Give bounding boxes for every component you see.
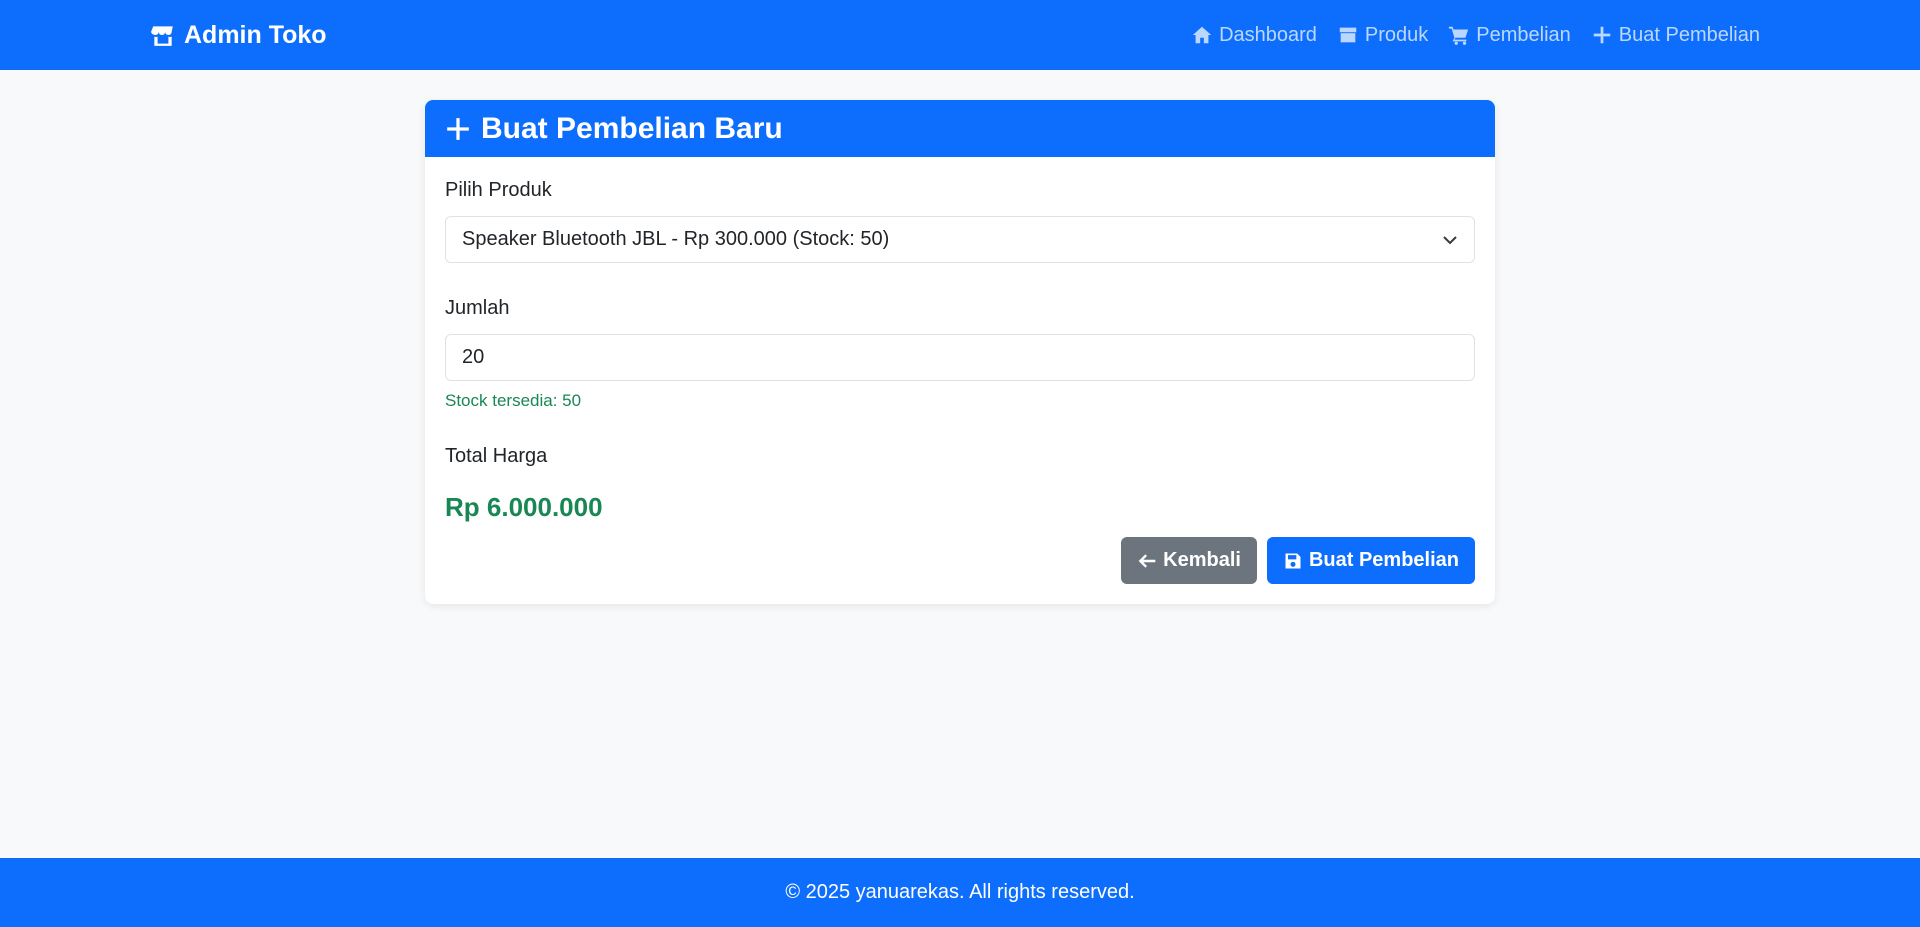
total-price: Rp 6.000.000 — [445, 492, 603, 522]
brand-link[interactable]: Admin Toko — [150, 0, 327, 70]
plus-icon — [447, 117, 469, 140]
product-group: Pilih Produk Speaker Bluetooth JBL - Rp … — [445, 179, 1475, 263]
total-label: Total Harga — [445, 445, 548, 467]
purchase-form-card: Buat Pembelian Baru Pilih Produk Speaker… — [425, 100, 1495, 604]
card-title: Buat Pembelian Baru — [481, 111, 783, 145]
quantity-input[interactable]: 20 — [445, 334, 1475, 381]
nav-links: Dashboard Produk Pembelian Buat Pembelia… — [1191, 0, 1760, 70]
stock-hint: Stock tersedia: 50 — [445, 391, 582, 410]
card-header: Buat Pembelian Baru — [425, 100, 1495, 157]
nav-pembelian[interactable]: Pembelian — [1448, 24, 1571, 47]
footer: © 2025 yanuarekas. All rights reserved. — [0, 858, 1920, 927]
card-body: Pilih Produk Speaker Bluetooth JBL - Rp … — [425, 157, 1495, 523]
top-navbar: Admin Toko Dashboard Produk Pembelian Bu… — [0, 0, 1920, 70]
total-group: Total Harga Rp 6.000.000 — [445, 445, 1475, 523]
quantity-value: 20 — [462, 346, 485, 368]
nav-produk[interactable]: Produk — [1337, 24, 1428, 47]
plus-icon — [1593, 26, 1611, 44]
product-select[interactable]: Speaker Bluetooth JBL - Rp 300.000 (Stoc… — [445, 216, 1475, 263]
nav-dashboard[interactable]: Dashboard — [1191, 24, 1317, 47]
quantity-label: Jumlah — [445, 297, 510, 319]
product-select-value: Speaker Bluetooth JBL - Rp 300.000 (Stoc… — [462, 228, 890, 250]
nav-buat-pembelian[interactable]: Buat Pembelian — [1591, 24, 1760, 47]
cart-icon — [1449, 26, 1469, 45]
back-button[interactable]: Kembali — [1121, 537, 1257, 584]
footer-text: © 2025 yanuarekas. All rights reserved. — [785, 881, 1135, 903]
quantity-group: Jumlah 20 Stock tersedia: 50 — [445, 297, 1475, 411]
nav-pembelian-label: Pembelian — [1476, 23, 1571, 46]
product-label: Pilih Produk — [445, 179, 552, 201]
chevron-down-icon — [1443, 235, 1457, 244]
store-icon — [151, 26, 173, 46]
box-icon — [1339, 27, 1357, 43]
back-button-label: Kembali — [1163, 549, 1241, 571]
brand-label: Admin Toko — [184, 20, 327, 49]
form-actions: Kembali Buat Pembelian — [1121, 537, 1475, 584]
save-icon — [1285, 553, 1301, 568]
nav-buat-pembelian-label: Buat Pembelian — [1618, 23, 1760, 46]
nav-produk-label: Produk — [1364, 23, 1429, 46]
home-icon — [1192, 26, 1212, 44]
submit-button[interactable]: Buat Pembelian — [1266, 537, 1475, 584]
arrow-left-icon — [1138, 553, 1156, 568]
submit-button-label: Buat Pembelian — [1308, 549, 1459, 571]
nav-dashboard-label: Dashboard — [1219, 23, 1317, 46]
